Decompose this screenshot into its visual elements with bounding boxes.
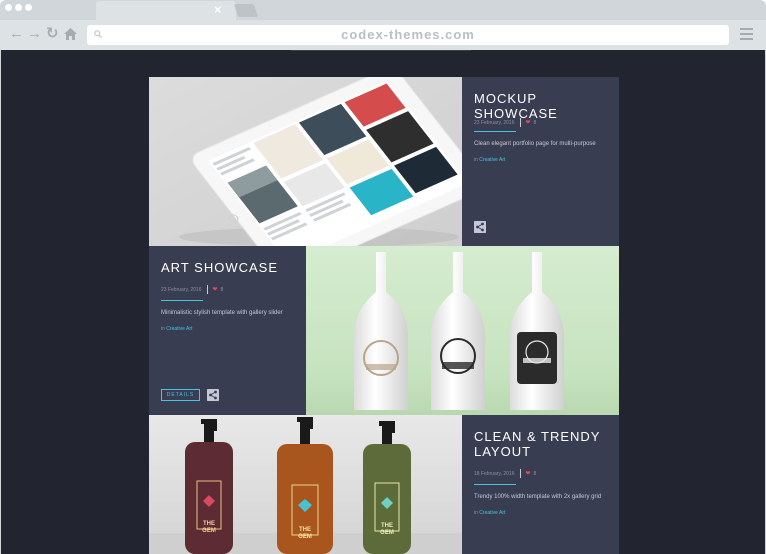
category-link[interactable]: Creative Art [479, 157, 505, 163]
title-separator [161, 300, 203, 301]
portfolio-category: in Creative Art [161, 326, 193, 332]
heart-icon[interactable]: ❤ [526, 470, 531, 477]
bottle-label: THE GEM [202, 521, 216, 534]
reload-icon[interactable]: ↻ [46, 26, 59, 42]
portfolio-item: MOCKUP SHOWCASE 23 February, 2016 ❤ 8 Cl… [149, 77, 619, 246]
portfolio-date: 23 February, 2016 [161, 286, 202, 293]
bottle-label: THE GEM [380, 523, 394, 536]
like-count: 8 [533, 470, 537, 477]
home-icon[interactable] [64, 28, 77, 40]
tablet-mockup-image[interactable] [149, 77, 462, 246]
white-bottles-image[interactable] [306, 246, 619, 415]
new-tab-button[interactable] [233, 4, 259, 17]
title-separator [474, 131, 516, 132]
title-separator [474, 484, 516, 485]
portfolio-category: in Creative Art [474, 157, 506, 163]
like-count: 8 [533, 119, 537, 126]
menu-icon[interactable] [740, 28, 753, 43]
category-link[interactable]: Creative Art [166, 326, 192, 332]
portfolio-info-panel: CLEAN & TRENDY LAYOUT 18 February, 2016 … [462, 415, 619, 554]
share-icon[interactable] [474, 221, 486, 233]
portfolio-meta: 18 February, 2016 ❤ 8 [474, 469, 536, 478]
portfolio-description: Clean elegant portfolio page for multi-p… [474, 141, 596, 147]
header-divider [291, 50, 471, 51]
category-link[interactable]: Creative Art [479, 510, 505, 516]
portfolio-category: in Creative Art [474, 510, 506, 516]
window-controls [5, 4, 32, 11]
page-content: MOCKUP SHOWCASE 23 February, 2016 ❤ 8 Cl… [0, 50, 766, 554]
heart-icon[interactable]: ❤ [526, 119, 531, 126]
details-button[interactable]: DETAILS [161, 389, 200, 401]
like-count: 8 [220, 286, 224, 293]
portfolio-date: 23 February, 2016 [474, 119, 515, 126]
portfolio-title[interactable]: ART SHOWCASE [161, 260, 301, 275]
portfolio-description: Trendy 100% width template with 2x galle… [474, 494, 602, 500]
portfolio-info-panel: MOCKUP SHOWCASE 23 February, 2016 ❤ 8 Cl… [462, 77, 619, 246]
forward-arrow-icon[interactable]: → [27, 26, 42, 42]
share-icon[interactable] [207, 389, 219, 401]
back-arrow-icon[interactable]: ← [9, 26, 24, 42]
portfolio-date: 18 February, 2016 [474, 470, 515, 477]
portfolio-item: THE GEM THE GEM THE GEM CLEAN & TRENDY LAYO… [149, 415, 619, 554]
portfolio-description: Minimalistic stylish template with galle… [161, 310, 283, 316]
url-text: codex-themes.com [341, 27, 475, 42]
window-maximize-dot[interactable] [25, 4, 32, 11]
browser-chrome: × ← → ↻ codex-themes.com [0, 0, 766, 50]
portfolio-item: ART SHOWCASE 23 February, 2016 ❤ 8 Minim… [149, 246, 619, 415]
portfolio-title[interactable]: MOCKUP SHOWCASE [474, 91, 614, 121]
pump-bottles-image[interactable]: THE GEM THE GEM THE GEM [149, 415, 462, 554]
browser-tab[interactable]: × [96, 1, 236, 21]
bottle-label: THE GEM [298, 527, 312, 540]
heart-icon[interactable]: ❤ [213, 286, 218, 293]
portfolio-title[interactable]: CLEAN & TRENDY LAYOUT [474, 429, 614, 459]
address-bar[interactable]: codex-themes.com [87, 25, 729, 45]
tab-close-icon[interactable]: × [214, 3, 222, 17]
window-close-dot[interactable] [5, 4, 12, 11]
browser-toolbar: ← → ↻ codex-themes.com [0, 20, 766, 50]
portfolio-meta: 23 February, 2016 ❤ 8 [474, 118, 536, 127]
portfolio-info-panel: ART SHOWCASE 23 February, 2016 ❤ 8 Minim… [149, 246, 306, 415]
portfolio-meta: 23 February, 2016 ❤ 8 [161, 285, 223, 294]
window-minimize-dot[interactable] [15, 4, 22, 11]
